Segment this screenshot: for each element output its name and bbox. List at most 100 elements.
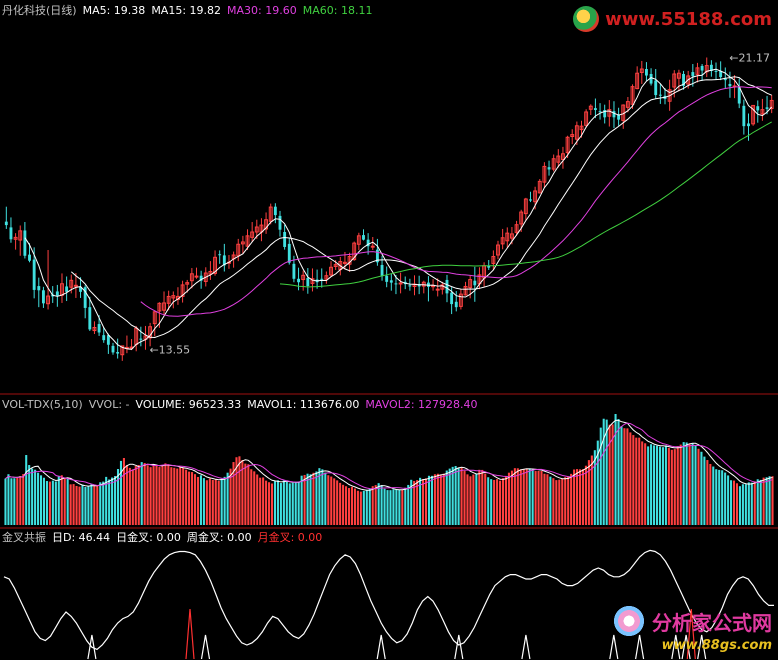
volume-bar [445,470,448,525]
volume-bar [143,463,146,525]
watermark-bottom-url: www.88gs.com [661,638,772,653]
volume-bar [709,463,712,525]
volume-bar [661,447,664,525]
volume-bar [395,489,398,525]
volume-bar [667,447,670,525]
volume-bar [747,482,750,525]
volume-bar [664,445,667,525]
main-legend-item: MA5: 19.38 [82,4,146,17]
volume-bar [191,472,194,525]
volume-bar [679,444,682,525]
volume-bar [647,446,650,525]
volume-bar [510,470,513,525]
volume-bar [199,475,202,525]
candle-body [139,338,143,340]
volume-bar [386,490,389,525]
candle-body [23,230,27,256]
volume-bar [131,469,134,525]
cross-signal-spike [376,634,386,660]
main-legend-item: MA15: 19.82 [151,4,222,17]
candle-body [102,335,106,341]
volume-bar [573,469,576,525]
volume-bar [16,477,19,525]
volume-bar [564,477,567,525]
volume-bar [377,483,380,525]
volume-bar [670,449,673,525]
volume-bar [99,482,102,525]
volume-bar [546,474,549,525]
volume-bar [478,469,481,525]
volume-bar [164,463,167,525]
candle-body [454,301,458,308]
volume-bar [718,469,721,525]
volume-bar [525,468,528,525]
volume-bar [507,472,510,525]
candle-body [691,72,695,77]
candle-body [287,243,291,263]
volume-bar [220,478,223,525]
volume-bar [173,467,176,525]
volume-bar [170,467,173,525]
volume-bar [475,474,478,525]
candle-body [37,286,41,291]
volume-bar [282,480,285,525]
volume-bar [4,478,7,525]
candle-body [658,94,662,96]
volume-bar [28,465,31,525]
volume-bar [75,485,78,525]
kdj-legend-item: 周金叉: 0.00 [186,531,252,544]
cross-legend: 金叉共振 日D: 46.44 日金叉: 0.00 周金叉: 0.00 月金叉: 0.00 [2,531,328,544]
volume-bar [350,486,354,525]
volume-bar [39,475,43,525]
volume-bar [644,443,647,525]
volume-bar [638,437,641,525]
candle-body [116,352,120,354]
volume-bar [119,460,123,525]
volume-bar [179,467,182,525]
candle-body [283,231,287,247]
cross-signal-spike [185,608,195,660]
kdj-legend-item: 月金叉: 0.00 [257,531,323,544]
volume-bar [90,484,93,525]
volume-bar [155,465,158,525]
volume-bar [108,479,111,525]
volume-bar [750,482,753,525]
vol-legend-item: VOL-TDX(5,10) [2,398,83,411]
volume-bar [365,489,368,525]
candle-body [742,105,746,127]
volume-bar [167,464,170,525]
volume-bar [703,456,706,525]
volume-bar [685,442,688,525]
volume-bar [629,432,632,525]
volume-bar [451,466,454,525]
volume-bar [463,470,466,525]
volume-bar [768,476,771,525]
volume-bar [567,476,570,525]
volume-bar [392,489,395,525]
volume-bar [371,486,374,525]
candle-body [728,83,732,87]
volume-bar [306,473,309,525]
volume-bar [715,469,718,525]
volume-bar [333,478,336,525]
volume-bar [570,473,573,525]
volume-bar [22,474,25,525]
watermark-bottom-title: 分析家公式网 [652,610,772,635]
volume-bar [134,466,137,525]
volume-bar [309,474,312,525]
kdj-legend-item: 金叉共振 [2,531,46,544]
volume-bar [599,427,602,525]
volume-bar [430,475,433,525]
volume-bar [81,484,84,525]
volume-bar [528,468,531,525]
volume-bar [84,487,87,525]
candle-body [654,80,658,96]
candle-body [273,206,277,216]
ma-line [140,86,772,317]
volume-bar [590,455,593,525]
volume-bar [442,473,445,525]
volume-bar [158,467,161,525]
main-legend: 丹化科技(日线) MA5: 19.38 MA15: 19.82 MA30: 19.60… [2,4,378,17]
ma-line [24,68,773,350]
kdj-legend-item: 日D: 46.44 [52,531,111,544]
